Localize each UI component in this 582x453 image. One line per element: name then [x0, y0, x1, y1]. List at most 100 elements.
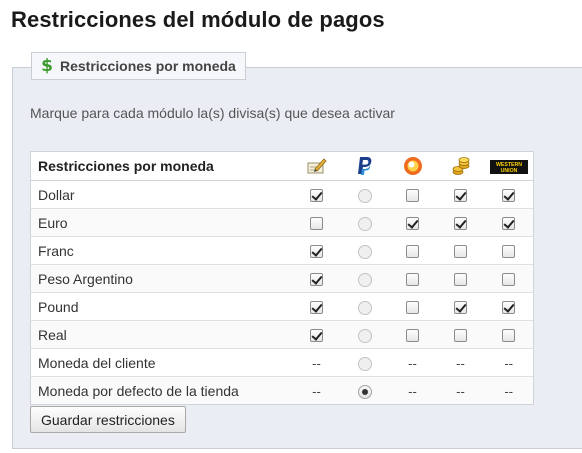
not-applicable-text: -- — [312, 355, 321, 371]
module-checkbox[interactable] — [454, 217, 467, 231]
module-checkbox[interactable] — [406, 245, 419, 259]
module-checkbox[interactable] — [454, 189, 467, 203]
cheque-pencil-icon — [307, 158, 327, 174]
currency-label: Moneda del cliente — [30, 348, 293, 377]
cell-coins — [436, 264, 485, 293]
section-description: Marque para cada módulo la(s) divisa(s) … — [30, 105, 395, 121]
module-checkbox[interactable] — [502, 273, 516, 287]
cell-coins — [436, 236, 485, 265]
cell-coins — [436, 180, 485, 209]
column-header-label: Restricciones por moneda — [30, 151, 293, 181]
module-checkbox[interactable] — [310, 273, 323, 287]
cell-moneybookers: -- — [388, 376, 437, 405]
cell-moneybookers — [388, 236, 437, 265]
table-row: Dollar — [30, 180, 534, 209]
module-checkbox[interactable] — [454, 301, 467, 315]
not-applicable-text: -- — [504, 355, 514, 371]
svg-text:UNION: UNION — [500, 168, 517, 174]
currency-restrictions-table: Restricciones por moneda WESTERN UNION D… — [30, 151, 534, 405]
save-restrictions-button[interactable]: Guardar restricciones — [30, 406, 186, 433]
module-checkbox[interactable] — [406, 189, 419, 203]
module-checkbox[interactable] — [406, 301, 419, 315]
cell-western-union — [484, 320, 534, 349]
module-checkbox[interactable] — [502, 217, 516, 231]
module-radio[interactable] — [357, 188, 372, 203]
cell-cheque — [292, 208, 341, 237]
table-row: Real — [30, 320, 534, 349]
module-checkbox[interactable] — [502, 189, 516, 203]
table-row: Euro — [30, 208, 534, 237]
module-header-paypal — [340, 151, 389, 181]
module-radio[interactable] — [357, 244, 372, 259]
table-header-row: Restricciones por moneda WESTERN UNION — [30, 151, 534, 181]
paypal-icon — [357, 157, 371, 175]
cell-cheque — [292, 292, 341, 321]
module-checkbox[interactable] — [502, 329, 516, 343]
module-checkbox[interactable] — [310, 245, 323, 259]
cell-paypal — [340, 264, 389, 293]
cell-moneybookers — [388, 292, 437, 321]
cell-cheque — [292, 180, 341, 209]
module-checkbox[interactable] — [310, 301, 323, 315]
section-legend: $ Restricciones por moneda — [31, 52, 246, 80]
module-header-moneybookers — [388, 151, 437, 181]
module-checkbox[interactable] — [310, 329, 323, 343]
cell-western-union — [484, 236, 534, 265]
not-applicable-text: -- — [312, 383, 321, 399]
module-checkbox[interactable] — [310, 189, 323, 203]
module-checkbox[interactable] — [406, 273, 419, 287]
cell-moneybookers — [388, 180, 437, 209]
cell-paypal — [340, 348, 389, 377]
module-checkbox[interactable] — [502, 245, 516, 259]
cell-western-union — [484, 180, 534, 209]
module-radio[interactable] — [357, 300, 372, 315]
moneybookers-icon — [403, 157, 422, 175]
cell-paypal — [340, 292, 389, 321]
module-checkbox[interactable] — [454, 273, 467, 287]
cell-paypal — [340, 180, 389, 209]
cell-paypal — [340, 376, 389, 405]
table-row: Peso Argentino — [30, 264, 534, 293]
currency-label: Dollar — [30, 180, 293, 209]
currency-label: Euro — [30, 208, 293, 237]
coins-icon — [452, 157, 469, 175]
module-checkbox[interactable] — [454, 245, 467, 259]
module-header-coins — [436, 151, 485, 181]
currency-label: Real — [30, 320, 293, 349]
section-legend-label: Restricciones por moneda — [60, 58, 236, 74]
module-checkbox[interactable] — [310, 217, 323, 231]
western-union-icon: WESTERN UNION — [489, 160, 528, 175]
cell-cheque: -- — [292, 348, 341, 377]
cell-cheque — [292, 320, 341, 349]
module-header-western-union: WESTERN UNION — [484, 151, 534, 181]
cell-cheque — [292, 236, 341, 265]
module-checkbox[interactable] — [454, 329, 467, 343]
not-applicable-text: -- — [408, 383, 417, 399]
cell-western-union — [484, 208, 534, 237]
cell-moneybookers: -- — [388, 348, 437, 377]
module-radio[interactable] — [357, 384, 372, 399]
table-row: Moneda por defecto de la tienda -- -- -- -- — [30, 376, 534, 405]
table-row: Pound — [30, 292, 534, 321]
module-radio[interactable] — [357, 356, 372, 371]
dollar-icon: $ — [41, 56, 53, 76]
module-radio[interactable] — [357, 216, 372, 231]
cell-western-union — [484, 264, 534, 293]
cell-coins: -- — [436, 376, 485, 405]
module-checkbox[interactable] — [406, 329, 419, 343]
cell-coins — [436, 320, 485, 349]
module-checkbox[interactable] — [502, 301, 516, 315]
currency-label: Franc — [30, 236, 293, 265]
module-radio[interactable] — [357, 328, 372, 343]
module-radio[interactable] — [357, 272, 372, 287]
currency-label: Pound — [30, 292, 293, 321]
currency-label: Moneda por defecto de la tienda — [30, 376, 293, 405]
cell-paypal — [340, 208, 389, 237]
not-applicable-text: -- — [408, 355, 417, 371]
module-checkbox[interactable] — [406, 217, 419, 231]
cell-cheque — [292, 264, 341, 293]
cell-coins: -- — [436, 348, 485, 377]
cell-moneybookers — [388, 264, 437, 293]
cell-western-union — [484, 292, 534, 321]
table-row: Franc — [30, 236, 534, 265]
